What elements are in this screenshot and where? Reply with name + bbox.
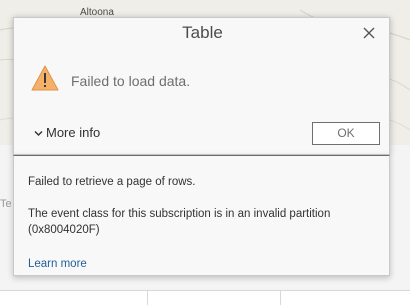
close-icon[interactable] — [360, 24, 378, 42]
column-divider — [147, 290, 148, 305]
column-divider — [280, 290, 281, 305]
table-tab-label[interactable]: Te — [0, 198, 14, 210]
warning-triangle-icon — [30, 64, 60, 97]
more-info-label: More info — [46, 125, 101, 140]
more-info-toggle[interactable]: More info — [34, 125, 100, 140]
details-line-1: Failed to retrieve a page of rows. — [28, 176, 196, 188]
table-row[interactable] — [0, 290, 410, 305]
details-panel: Failed to retrieve a page of rows. The e… — [13, 155, 390, 276]
dialog-title: Table — [182, 23, 223, 42]
learn-more-link[interactable]: Learn more — [28, 258, 87, 270]
error-message: Failed to load data. — [71, 73, 191, 89]
error-dialog: Table Failed to load data. More info OK — [13, 17, 390, 155]
details-line-2: The event class for this subscription is… — [28, 208, 331, 236]
ok-button[interactable]: OK — [312, 122, 380, 145]
chevron-down-icon — [34, 125, 44, 140]
